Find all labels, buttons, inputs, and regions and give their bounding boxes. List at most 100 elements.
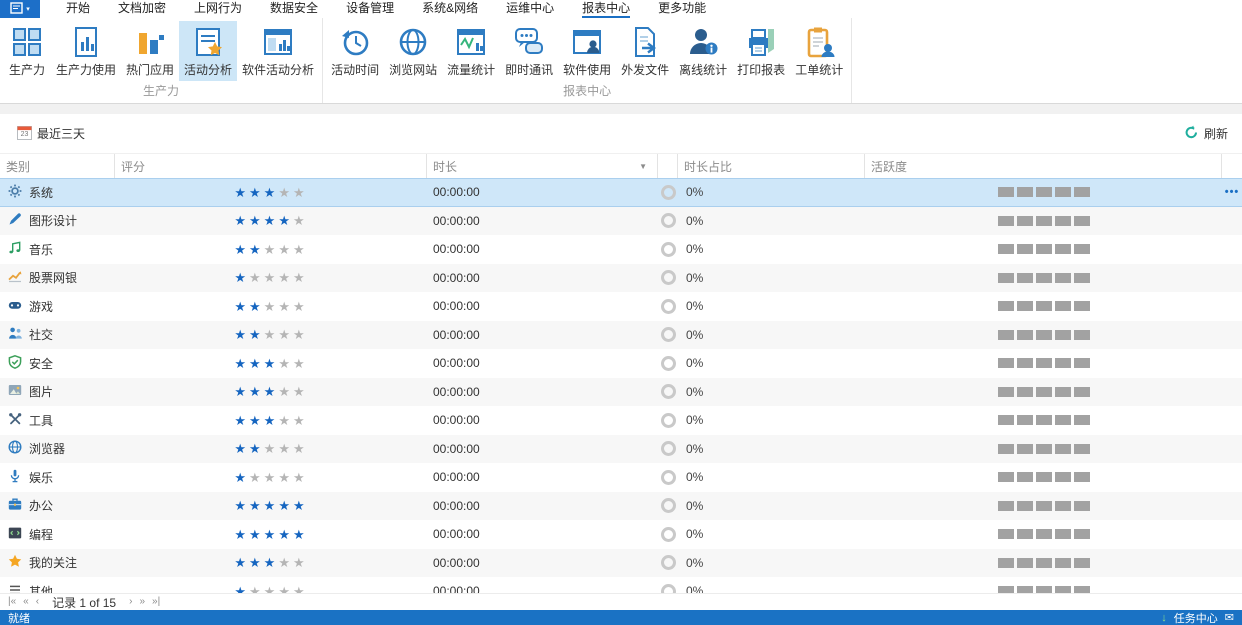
column-header-label: 活跃度	[871, 158, 907, 175]
menu-tab[interactable]: 报表中心	[568, 0, 644, 18]
ribbon-button[interactable]: 即时通讯	[500, 21, 558, 81]
table-body: 系统★★★★★00:00:000%•••图形设计★★★★★00:00:000%音…	[0, 178, 1242, 593]
table-row[interactable]: 系统★★★★★00:00:000%•••	[0, 178, 1242, 207]
star-filled-icon: ★	[234, 185, 249, 200]
menu-tab[interactable]: 上网行为	[180, 0, 256, 18]
menu-tab[interactable]: 设备管理	[332, 0, 408, 18]
rating-stars[interactable]: ★★★★★	[234, 442, 307, 455]
table-row[interactable]: 图片★★★★★00:00:000%	[0, 378, 1242, 407]
activity-bar-segment	[1017, 273, 1033, 283]
hot-apps-bar-chart-icon	[134, 24, 166, 60]
rating-stars[interactable]: ★★★★★	[234, 528, 307, 541]
prev-fast-button[interactable]: «	[23, 597, 29, 607]
column-header[interactable]	[1222, 154, 1242, 178]
ribbon-button[interactable]: 活动分析	[179, 21, 237, 81]
star-filled-icon: ★	[264, 185, 279, 200]
ribbon-button[interactable]: 生产力使用	[51, 21, 121, 81]
category-label: 工具	[29, 412, 53, 429]
table-row[interactable]: 编程★★★★★00:00:000%	[0, 520, 1242, 549]
ribbon-content-divider	[0, 104, 1242, 114]
activity-bar-segment	[1074, 415, 1090, 425]
prev-page-button[interactable]: ‹	[36, 597, 39, 607]
ribbon-button-label: 即时通讯	[505, 61, 553, 78]
ribbon-button[interactable]: 外发文件	[616, 21, 674, 81]
ribbon-button[interactable]: 流量统计	[442, 21, 500, 81]
rating-stars[interactable]: ★★★★★	[234, 499, 307, 512]
rating-stars[interactable]: ★★★★★	[234, 357, 307, 370]
message-envelope-icon[interactable]: ✉	[1225, 611, 1234, 624]
column-header[interactable]: 时长占比	[678, 154, 865, 178]
app-menu-button[interactable]: ▾	[0, 0, 40, 18]
category-label: 安全	[29, 355, 53, 372]
rating-stars[interactable]: ★★★★★	[234, 186, 307, 199]
menu-tab[interactable]: 文档加密	[104, 0, 180, 18]
table-row[interactable]: 浏览器★★★★★00:00:000%	[0, 435, 1242, 464]
duration-percent-value: 0%	[686, 470, 703, 484]
ribbon-button[interactable]: 浏览网站	[384, 21, 442, 81]
rating-stars[interactable]: ★★★★★	[234, 328, 307, 341]
download-arrow-icon: ↓	[1161, 612, 1167, 624]
table-row[interactable]: 其他★★★★★00:00:000%	[0, 577, 1242, 593]
row-more-button[interactable]: •••	[1225, 186, 1240, 198]
table-row[interactable]: 社交★★★★★00:00:000%	[0, 321, 1242, 350]
rating-stars[interactable]: ★★★★★	[234, 414, 307, 427]
menu-tab[interactable]: 系统&网络	[408, 0, 492, 18]
status-ready-label: 就绪	[8, 610, 30, 625]
rating-stars[interactable]: ★★★★★	[234, 556, 307, 569]
ribbon-button[interactable]: 软件活动分析	[237, 21, 319, 81]
ribbon-button[interactable]: 生产力	[3, 21, 51, 81]
menu-tab[interactable]: 更多功能	[644, 0, 720, 18]
activity-bar-segment	[1074, 273, 1090, 283]
table-row[interactable]: 工具★★★★★00:00:000%	[0, 406, 1242, 435]
activity-bar-segment	[1017, 444, 1033, 454]
table-row[interactable]: 图形设计★★★★★00:00:000%	[0, 207, 1242, 236]
table-row[interactable]: 股票网银★★★★★00:00:000%	[0, 264, 1242, 293]
browser-globe-icon	[8, 440, 22, 457]
rating-stars[interactable]: ★★★★★	[234, 585, 307, 593]
ribbon-button[interactable]: 离线统计	[674, 21, 732, 81]
activity-bar-segment	[1017, 387, 1033, 397]
column-header[interactable]: 类别	[0, 154, 115, 178]
next-fast-button[interactable]: »	[139, 597, 145, 607]
date-range-button[interactable]: 23 最近三天	[17, 125, 85, 143]
menu-tab[interactable]: 数据安全	[256, 0, 332, 18]
rating-stars[interactable]: ★★★★★	[234, 243, 307, 256]
task-center-button[interactable]: 任务中心	[1174, 610, 1218, 625]
duration-value: 00:00:00	[433, 385, 480, 399]
menu-tab[interactable]: 开始	[52, 0, 104, 18]
table-row[interactable]: 娱乐★★★★★00:00:000%	[0, 463, 1242, 492]
activity-bar-segment	[1074, 244, 1090, 254]
table-row[interactable]: 安全★★★★★00:00:000%	[0, 349, 1242, 378]
first-page-button[interactable]: |«	[8, 597, 16, 607]
column-header[interactable]: 评分	[115, 154, 427, 178]
code-icon	[8, 526, 22, 543]
activity-bars	[998, 501, 1090, 511]
ribbon-button[interactable]: 热门应用	[121, 21, 179, 81]
rating-stars[interactable]: ★★★★★	[234, 214, 307, 227]
table-row[interactable]: 办公★★★★★00:00:000%	[0, 492, 1242, 521]
rating-stars[interactable]: ★★★★★	[234, 385, 307, 398]
rating-stars[interactable]: ★★★★★	[234, 300, 307, 313]
star-empty-icon: ★	[278, 555, 293, 570]
ribbon-button[interactable]: 工单统计	[790, 21, 848, 81]
chevron-down-icon[interactable]: ▼	[639, 162, 647, 171]
table-row[interactable]: 游戏★★★★★00:00:000%	[0, 292, 1242, 321]
last-page-button[interactable]: »|	[152, 597, 160, 607]
column-header[interactable]	[658, 154, 678, 178]
star-filled-icon: ★	[264, 213, 279, 228]
refresh-button[interactable]: 刷新	[1184, 125, 1228, 143]
activity-bar-segment	[1017, 501, 1033, 511]
ribbon-button[interactable]: 活动时间	[326, 21, 384, 81]
activity-bar-segment	[1074, 187, 1090, 197]
rating-stars[interactable]: ★★★★★	[234, 471, 307, 484]
column-header[interactable]: 活跃度	[865, 154, 1222, 178]
ribbon-button[interactable]: 软件使用	[558, 21, 616, 81]
menu-tab[interactable]: 运维中心	[492, 0, 568, 18]
ribbon-button[interactable]: 打印报表	[732, 21, 790, 81]
table-row[interactable]: 我的关注★★★★★00:00:000%	[0, 549, 1242, 578]
rating-stars[interactable]: ★★★★★	[234, 271, 307, 284]
column-header[interactable]: 时长▼	[427, 154, 658, 178]
table-row[interactable]: 音乐★★★★★00:00:000%	[0, 235, 1242, 264]
next-page-button[interactable]: ›	[129, 597, 132, 607]
duration-value: 00:00:00	[433, 556, 480, 570]
